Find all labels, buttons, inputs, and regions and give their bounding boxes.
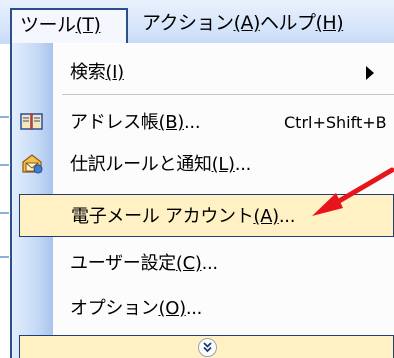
menu-tools[interactable]: ツール(T) [10,8,128,45]
submenu-arrow-icon [366,66,374,80]
edge-tick [0,256,9,258]
menu-help[interactable]: ヘルプ(H) [260,8,344,38]
menu-item-options-label: オプション(O)... [70,298,203,319]
edge-tick [0,164,9,166]
menu-expand-row[interactable] [19,335,394,358]
menu-item-customize-label: ユーザー設定(C)... [70,253,218,274]
double-chevron-down-icon[interactable] [197,338,217,357]
window-left-edge [0,44,10,358]
menu-separator [62,94,394,95]
rules-icon [20,153,44,175]
menu-bar: ツール(T) アクション(A) ヘルプ(H) [0,0,394,45]
menu-help-label: ヘルプ [260,12,316,34]
menu-item-address-book-shortcut: Ctrl+Shift+B [284,113,387,132]
menu-tools-accel: (T) [75,14,101,36]
tools-dropdown-menu: 検索(I) アドレス帳(B)... Ctrl+Shift+B 仕訳ルールと通知(… [10,43,394,358]
menu-item-email-accounts[interactable]: 電子メール アカウント(A)... [19,194,394,237]
menu-action[interactable]: アクション(A) [142,8,260,38]
address-book-icon [20,111,44,133]
edge-tick [0,116,9,118]
menu-item-address-book[interactable]: アドレス帳(B)... Ctrl+Shift+B [12,101,394,144]
menu-item-rules-label: 仕訳ルールと通知(L)... [70,154,252,175]
menu-item-address-book-label: アドレス帳(B)... [70,112,201,133]
menu-item-search-label: 検索(I) [70,62,124,83]
menu-tools-label: ツール [20,14,76,36]
screenshot: ツール(T) アクション(A) ヘルプ(H) 検索(I) アドレス帳(B)...… [0,0,394,358]
menu-help-accel: (H) [315,12,344,34]
menu-item-rules-and-alerts[interactable]: 仕訳ルールと通知(L)... [12,143,394,186]
menu-action-label: アクション [142,12,234,34]
edge-tick [0,212,9,214]
menu-item-email-accounts-label: 電子メール アカウント(A)... [71,206,296,227]
menu-item-customize[interactable]: ユーザー設定(C)... [12,242,394,285]
menu-action-accel: (A) [233,12,261,34]
menu-item-options[interactable]: オプション(O)... [12,287,394,330]
menu-item-search[interactable]: 検索(I) [12,51,394,94]
